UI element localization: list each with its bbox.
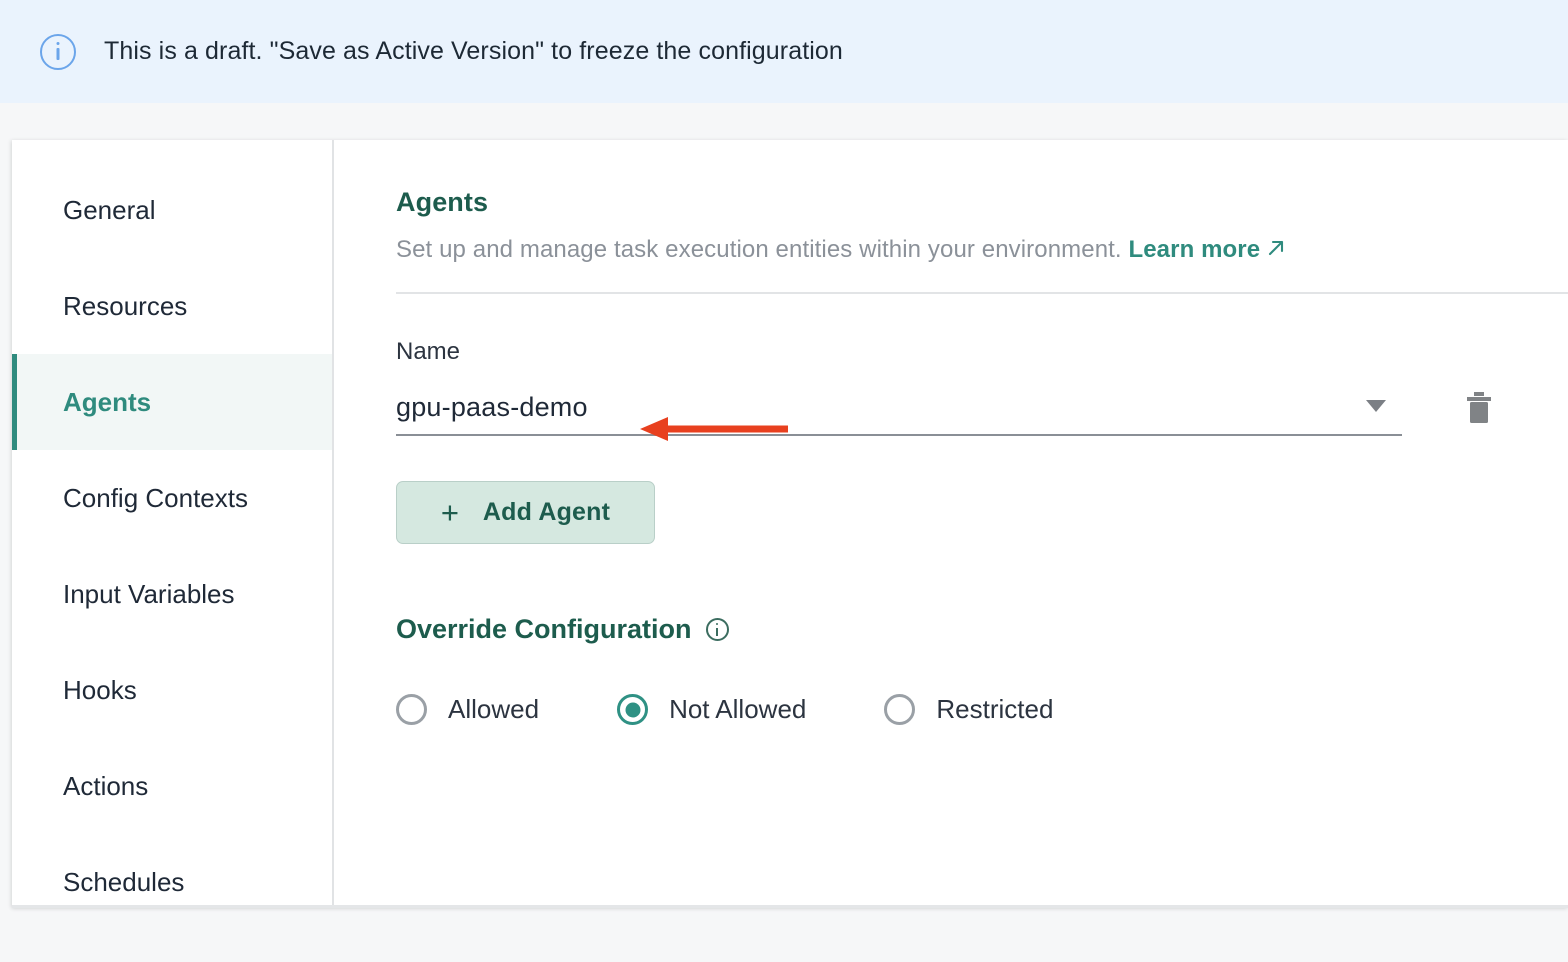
sidebar-item-actions[interactable]: Actions	[12, 738, 332, 834]
sidebar-item-label: Agents	[63, 386, 152, 417]
sidebar-item-input-variables[interactable]: Input Variables	[12, 546, 332, 642]
draft-notice-banner: This is a draft. "Save as Active Version…	[0, 0, 1568, 103]
name-field-label: Name	[396, 338, 461, 365]
sidebar-item-hooks[interactable]: Hooks	[12, 642, 332, 738]
external-link-icon	[1265, 237, 1287, 266]
agent-name-row: gpu-paas-demo	[396, 380, 1491, 436]
sidebar-item-general[interactable]: General	[12, 162, 332, 258]
sidebar-item-schedules[interactable]: Schedules	[12, 834, 332, 905]
chevron-down-icon[interactable]	[1366, 400, 1386, 412]
override-configuration-header: Override Configuration	[396, 614, 1568, 645]
sidebar-item-agents[interactable]: Agents	[12, 354, 332, 450]
sidebar-item-label: Input Variables	[63, 578, 235, 609]
settings-sidebar: General Resources Agents Config Contexts…	[12, 140, 334, 905]
sidebar-item-label: Config Contexts	[63, 482, 248, 513]
page-description-text: Set up and manage task execution entitie…	[396, 236, 1122, 263]
learn-more-label: Learn more	[1128, 236, 1261, 263]
radio-option-allowed[interactable]: Allowed	[396, 694, 539, 725]
radio-label: Allowed	[448, 694, 540, 724]
agent-name-select[interactable]: gpu-paas-demo	[396, 380, 1402, 436]
sidebar-item-label: General	[63, 194, 156, 225]
radio-option-restricted[interactable]: Restricted	[884, 694, 1053, 725]
sidebar-item-label: Resources	[63, 290, 188, 321]
sidebar-item-label: Schedules	[63, 866, 185, 897]
page-description: Set up and manage task execution entitie…	[396, 236, 1568, 266]
radio-label: Not Allowed	[669, 694, 807, 724]
sidebar-item-config-contexts[interactable]: Config Contexts	[12, 450, 332, 546]
radio-label: Restricted	[936, 694, 1054, 724]
sidebar-item-label: Hooks	[63, 674, 137, 705]
radio-icon-selected	[617, 694, 649, 725]
radio-option-not-allowed[interactable]: Not Allowed	[617, 694, 806, 725]
page-title: Agents	[396, 187, 489, 217]
info-circle-icon	[40, 33, 76, 70]
agents-panel: Agents Set up and manage task execution …	[336, 140, 1568, 905]
radio-icon	[396, 694, 427, 725]
override-configuration-title: Override Configuration	[396, 614, 692, 644]
sidebar-item-label: Actions	[63, 770, 149, 801]
header-divider	[396, 292, 1568, 294]
plus-icon: +	[440, 495, 459, 530]
trash-icon[interactable]	[1464, 391, 1494, 430]
banner-message: This is a draft. "Save as Active Version…	[104, 37, 843, 65]
settings-card: General Resources Agents Config Contexts…	[12, 140, 1568, 908]
override-configuration-radio-group: Allowed Not Allowed Restricted	[396, 694, 1568, 725]
info-circle-icon[interactable]	[705, 618, 729, 641]
sidebar-item-resources[interactable]: Resources	[12, 258, 332, 354]
agent-name-value: gpu-paas-demo	[396, 391, 588, 422]
add-agent-button[interactable]: + Add Agent	[396, 481, 655, 544]
radio-icon	[884, 694, 916, 725]
add-agent-label: Add Agent	[482, 498, 611, 526]
learn-more-link[interactable]: Learn more	[1128, 236, 1287, 263]
